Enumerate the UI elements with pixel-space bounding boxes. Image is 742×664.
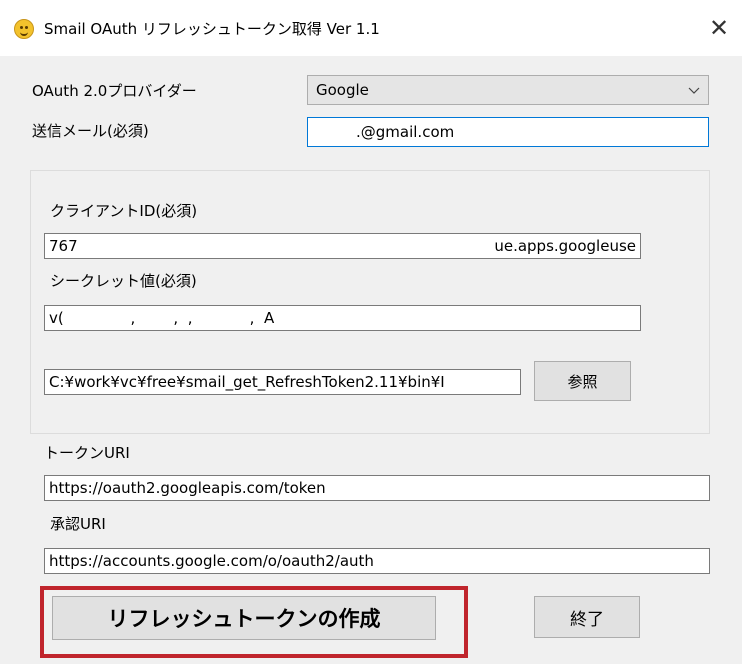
secret-label: シークレット値(必須) (50, 272, 197, 290)
client-id-label: クライアントID(必須) (50, 202, 198, 220)
title-bar: Smail OAuth リフレッシュトークン取得 Ver 1.1 ✕ (0, 0, 742, 56)
client-id-input[interactable]: 767 ue.apps.googleuse (44, 233, 641, 259)
chevron-down-icon (688, 87, 700, 94)
close-button[interactable]: ✕ (696, 0, 742, 56)
secret-input[interactable]: v( , , , , A (44, 305, 641, 331)
client-id-value-start: 767 (49, 237, 78, 255)
browse-button[interactable]: 参照 (534, 361, 631, 401)
client-id-value-end: ue.apps.googleuse (494, 237, 636, 255)
file-path-input[interactable]: C:¥work¥vc¥free¥smail_get_RefreshToken2.… (44, 369, 521, 395)
auth-uri-input[interactable]: https://accounts.google.com/o/oauth2/aut… (44, 548, 710, 574)
app-window: Smail OAuth リフレッシュトークン取得 Ver 1.1 ✕ OAuth… (0, 0, 742, 664)
token-uri-label: トークンURI (44, 444, 130, 462)
provider-selected-value: Google (316, 81, 369, 99)
token-uri-input[interactable]: https://oauth2.googleapis.com/token (44, 475, 710, 501)
provider-label: OAuth 2.0プロバイダー (32, 82, 197, 100)
app-smiley-icon (14, 19, 34, 39)
create-button-highlight (40, 586, 468, 658)
window-title: Smail OAuth リフレッシュトークン取得 Ver 1.1 (44, 20, 380, 38)
email-input[interactable]: .@gmail.com (307, 117, 709, 147)
email-label: 送信メール(必須) (32, 122, 149, 140)
auth-uri-label: 承認URI (50, 515, 106, 533)
provider-select[interactable]: Google (307, 75, 709, 105)
exit-button[interactable]: 終了 (534, 596, 640, 638)
